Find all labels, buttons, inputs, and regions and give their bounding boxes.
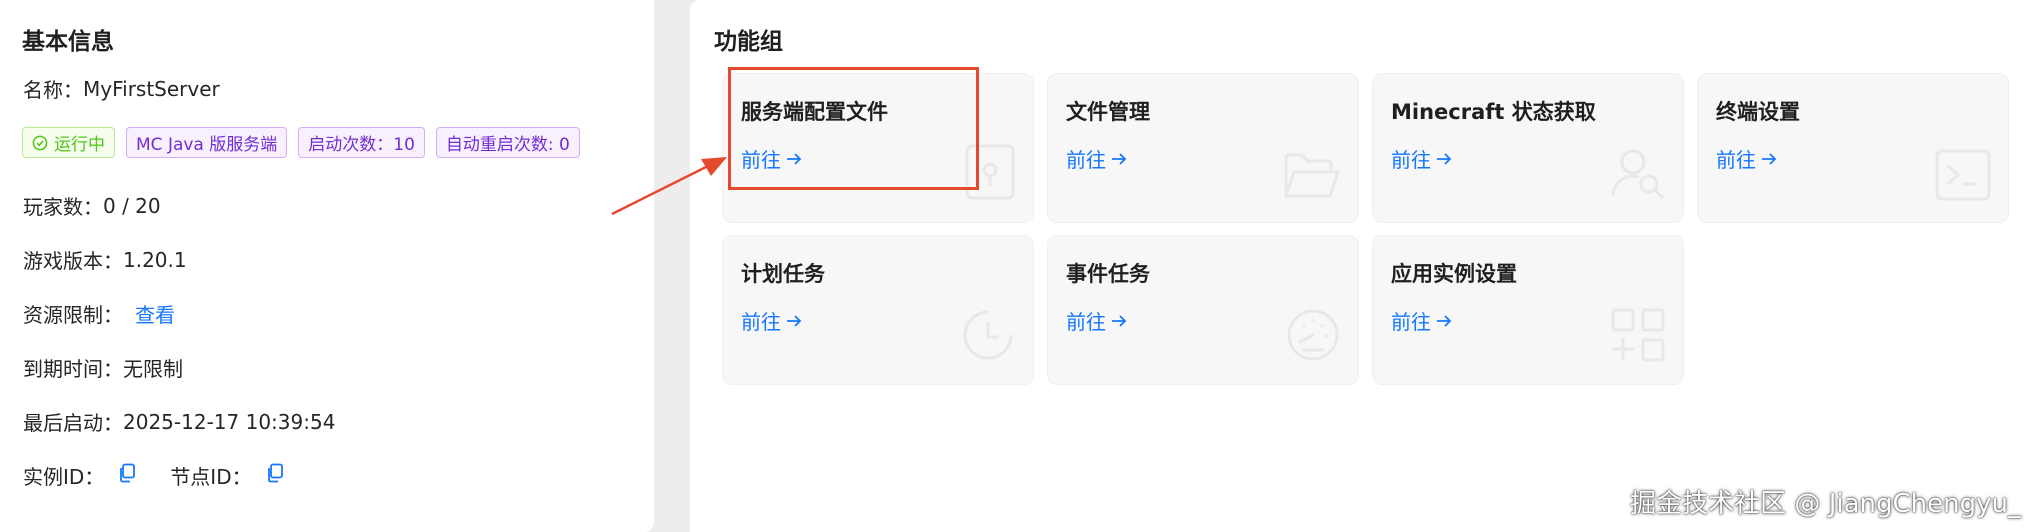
dashboard-icon	[1287, 309, 1339, 361]
status-tags: 运行中 MC Java 版服务端 启动次数：10 自动重启次数: 0	[22, 127, 580, 158]
go-link[interactable]: 前往	[1066, 144, 1128, 173]
name-row: 名称： MyFirstServer	[23, 74, 220, 103]
instance-id-label: 实例ID：	[23, 465, 105, 489]
arrow-right-icon	[1112, 314, 1127, 327]
basic-info-title: 基本信息	[22, 29, 114, 55]
user-search-icon	[1611, 149, 1665, 200]
clock-icon	[963, 310, 1013, 360]
card-terminal-settings[interactable]: 终端设置 前往	[1697, 73, 2009, 223]
arrow-right-icon	[1112, 152, 1127, 165]
expire-value: 无限制	[123, 357, 183, 381]
go-link[interactable]: 前往	[1391, 306, 1453, 335]
card-scheduled-tasks[interactable]: 计划任务 前往	[722, 235, 1034, 385]
card-title: 终端设置	[1716, 100, 1800, 124]
players-row: 玩家数： 0 / 20	[23, 191, 161, 220]
card-instance-settings[interactable]: 应用实例设置 前往	[1372, 235, 1684, 385]
restart-count-badge: 自动重启次数: 0	[435, 127, 580, 158]
basic-info-panel: 基本信息 名称： MyFirstServer 运行中 MC Java 版服务端 …	[0, 0, 654, 532]
watermark: 掘金技术社区 @ JiangChengyu_	[1630, 489, 2021, 519]
highlight-box	[728, 67, 979, 190]
card-file-management[interactable]: 文件管理 前往	[1047, 73, 1359, 223]
app-add-icon	[1611, 308, 1665, 362]
function-group-title: 功能组	[714, 29, 783, 55]
players-value: 0 / 20	[103, 193, 161, 218]
arrow-right-icon	[787, 314, 802, 327]
card-title: 文件管理	[1066, 100, 1150, 124]
go-label: 前往	[1066, 148, 1106, 172]
card-title: 应用实例设置	[1391, 262, 1517, 286]
start-count-badge: 启动次数：10	[298, 127, 425, 158]
go-link[interactable]: 前往	[1391, 144, 1453, 173]
copy-instance-id-icon[interactable]	[118, 463, 136, 488]
id-row: 实例ID： 节点ID：	[23, 461, 284, 490]
arrow-right-icon	[1762, 152, 1777, 165]
name-value: MyFirstServer	[83, 76, 220, 101]
terminal-icon	[1935, 149, 1991, 201]
go-label: 前往	[1391, 310, 1431, 334]
copy-node-id-icon[interactable]	[266, 463, 284, 488]
card-event-tasks[interactable]: 事件任务 前往	[1047, 235, 1359, 385]
card-title: Minecraft 状态获取	[1391, 100, 1596, 124]
expire-label: 到期时间：	[23, 357, 123, 381]
last-start-row: 最后启动： 2025-12-17 10:39:54	[23, 407, 335, 436]
go-link[interactable]: 前往	[1716, 144, 1778, 173]
last-start-value: 2025-12-17 10:39:54	[123, 409, 336, 434]
arrow-right-icon	[1437, 314, 1452, 327]
version-value: 1.20.1	[123, 247, 187, 272]
name-label: 名称：	[23, 78, 83, 102]
check-circle-icon	[32, 135, 48, 150]
arrow-right-icon	[1437, 152, 1452, 165]
last-start-label: 最后启动：	[23, 411, 123, 435]
resource-view-link[interactable]: 查看	[135, 299, 175, 328]
annotation-arrow-icon	[611, 157, 727, 216]
go-link[interactable]: 前往	[1066, 306, 1128, 335]
go-label: 前往	[1066, 310, 1106, 334]
card-minecraft-status[interactable]: Minecraft 状态获取 前往	[1372, 73, 1684, 223]
card-title: 事件任务	[1066, 262, 1150, 286]
resource-row: 资源限制： 查看	[23, 299, 175, 328]
status-badge-running: 运行中	[22, 127, 115, 158]
go-link[interactable]: 前往	[741, 306, 803, 335]
version-row: 游戏版本： 1.20.1	[23, 245, 187, 274]
status-badge-label: 运行中	[54, 135, 105, 155]
type-badge: MC Java 版服务端	[126, 127, 288, 158]
folder-open-icon	[1283, 153, 1341, 198]
players-label: 玩家数：	[23, 195, 103, 219]
expire-row: 到期时间： 无限制	[23, 353, 183, 382]
version-label: 游戏版本：	[23, 249, 123, 273]
go-label: 前往	[1391, 148, 1431, 172]
node-id-label: 节点ID：	[170, 465, 252, 489]
go-label: 前往	[1716, 148, 1756, 172]
card-title: 计划任务	[741, 262, 825, 286]
go-label: 前往	[741, 310, 781, 334]
resource-label: 资源限制：	[23, 303, 123, 327]
